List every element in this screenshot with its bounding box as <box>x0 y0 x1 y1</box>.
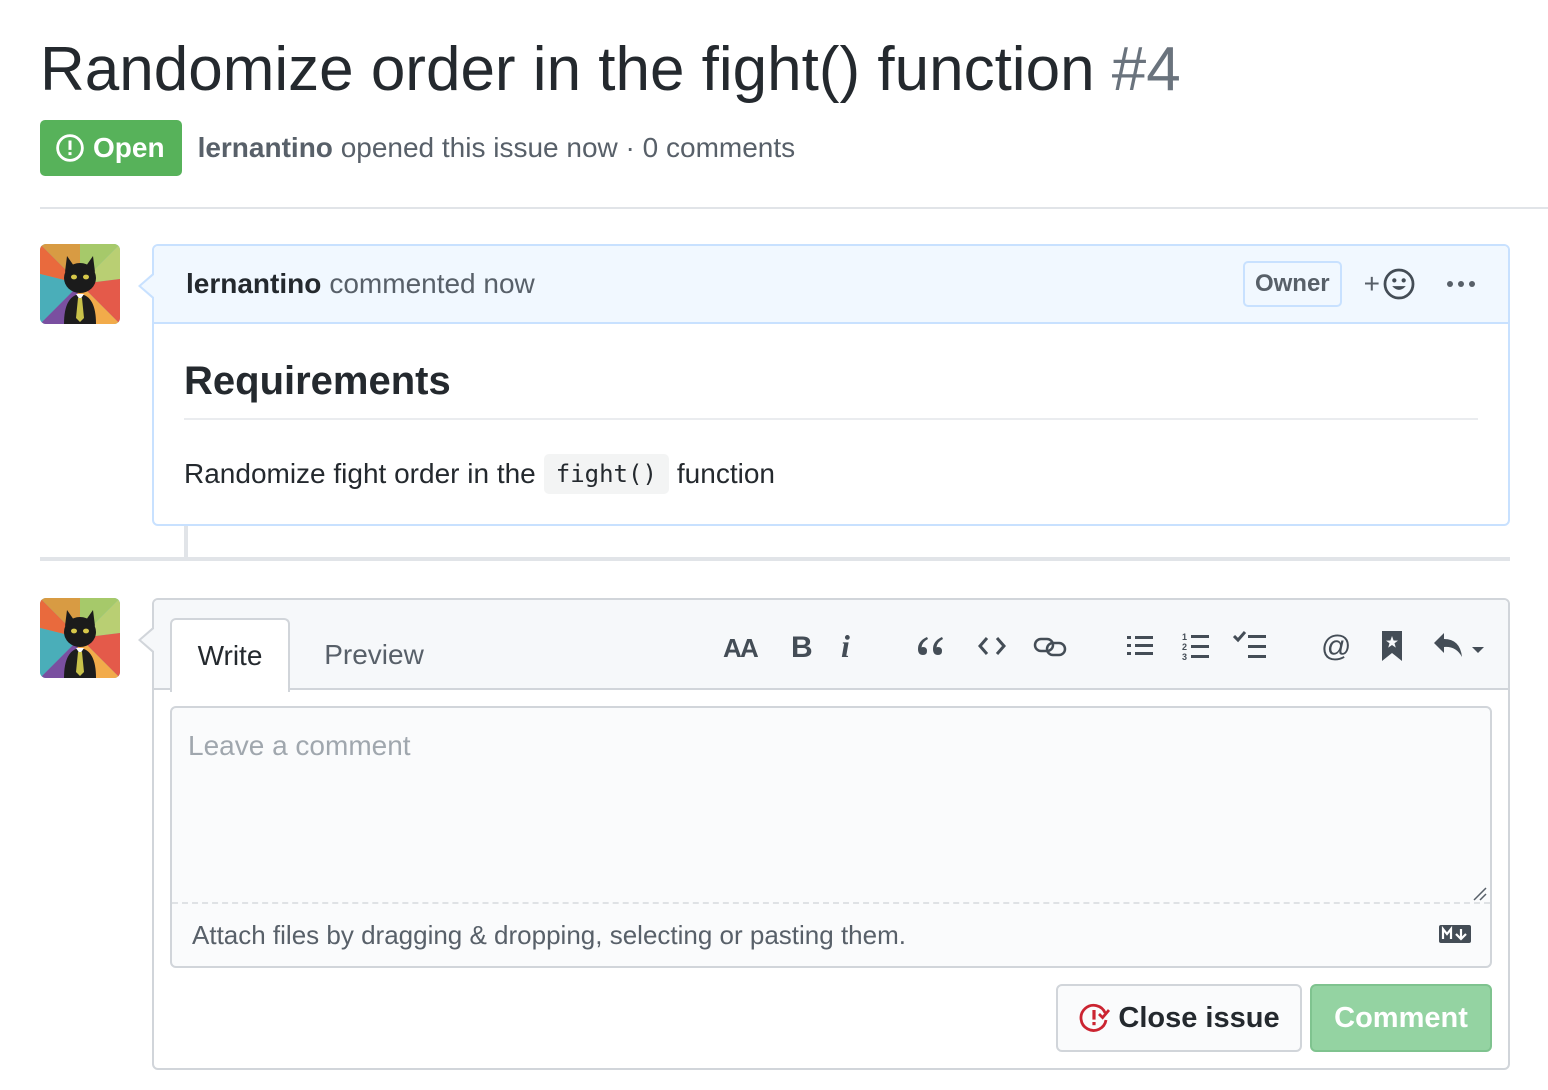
paragraph-text-before: Randomize fight order in the <box>184 458 536 489</box>
issue-number: #4 <box>1111 35 1181 104</box>
header-divider <box>40 207 1548 209</box>
smiley-icon <box>1383 268 1415 300</box>
add-reaction-button[interactable]: + <box>1364 267 1416 301</box>
svg-text:1: 1 <box>1182 632 1187 642</box>
bold-icon: B <box>791 631 813 662</box>
heading-icon: A A <box>723 633 759 661</box>
issue-meta: Open lernantino opened this issue now · … <box>40 120 795 176</box>
comment-textarea-wrapper: Attach files by dragging & dropping, sel… <box>170 706 1492 968</box>
attach-files-text: Attach files by dragging & dropping, sel… <box>192 919 906 950</box>
kebab-horizontal-icon <box>1447 281 1475 287</box>
reaction-plus: + <box>1363 268 1380 299</box>
svg-text:B: B <box>791 631 813 662</box>
new-comment-form: Write Preview A A B i 1 2 3 @ Leave a co… <box>138 598 1510 1070</box>
task-list-icon <box>1233 631 1266 658</box>
quote-icon <box>918 637 943 655</box>
svg-text:2: 2 <box>1182 642 1187 652</box>
comment-button[interactable]: Comment <box>1310 984 1492 1052</box>
task-list-button[interactable] <box>1230 624 1270 668</box>
svg-text:i: i <box>841 630 850 662</box>
svg-text:@: @ <box>1321 630 1351 662</box>
markdown-icon[interactable] <box>1438 924 1472 944</box>
attach-files-bar[interactable]: Attach files by dragging & dropping, sel… <box>172 904 1490 966</box>
mention-icon: @ <box>1321 630 1351 662</box>
state-label: Open <box>93 132 165 163</box>
code-icon <box>978 637 1006 655</box>
reply-icon <box>1434 633 1484 657</box>
avatar-image <box>40 598 120 678</box>
meta-text: lernantino opened this issue now · 0 com… <box>198 132 796 164</box>
paragraph-text-after: function <box>676 458 775 489</box>
avatar[interactable] <box>40 244 120 324</box>
comment-options-button[interactable] <box>1446 279 1476 289</box>
tab-write[interactable]: Write <box>170 618 290 692</box>
close-issue-button[interactable]: Close issue <box>1056 984 1302 1052</box>
svg-text:3: 3 <box>1182 652 1187 661</box>
bold-button[interactable]: B <box>782 624 822 668</box>
unordered-list-button[interactable] <box>1120 624 1160 668</box>
opened-text: opened this issue now · 0 comments <box>340 132 796 163</box>
link-button[interactable] <box>1028 624 1072 668</box>
italic-button[interactable]: i <box>830 624 864 668</box>
tab-preview[interactable]: Preview <box>304 618 444 692</box>
comment-box: lernantino commented now Owner + Require… <box>138 244 1510 526</box>
issue-closed-icon <box>1079 1003 1111 1032</box>
comment-action-text: commented now <box>329 268 535 299</box>
state-badge: Open <box>40 120 182 176</box>
requirements-heading: Requirements <box>184 356 1478 420</box>
inline-code: fight() <box>543 454 669 494</box>
heading-button[interactable]: A A <box>720 624 764 668</box>
timeline-line <box>184 526 188 558</box>
bookmark-icon <box>1382 631 1402 661</box>
saved-reply-button[interactable] <box>1372 624 1412 668</box>
comment-header: lernantino commented now Owner + <box>154 246 1508 324</box>
resize-handle-icon[interactable] <box>1472 886 1488 902</box>
issue-opened-icon <box>56 134 84 162</box>
editor-header: Write Preview A A B i 1 2 3 @ <box>154 600 1508 692</box>
owner-label: Owner <box>1242 261 1342 307</box>
mention-button[interactable]: @ <box>1314 624 1358 668</box>
code-button[interactable] <box>970 624 1014 668</box>
avatar[interactable] <box>40 598 120 678</box>
comment-body: Requirements Randomize fight order in th… <box>154 324 1508 494</box>
comment-paragraph: Randomize fight order in the fight() fun… <box>184 454 1478 494</box>
issue-title: Randomize order in the fight() function … <box>40 32 1181 108</box>
issue-author-link[interactable]: lernantino <box>198 132 333 163</box>
ordered-list-button[interactable]: 1 2 3 <box>1176 624 1216 668</box>
italic-icon: i <box>841 630 850 662</box>
reply-dropdown-button[interactable] <box>1430 624 1488 668</box>
avatar-image <box>40 244 120 324</box>
issue-title-text: Randomize order in the fight() function <box>40 35 1095 104</box>
timeline-divider <box>40 557 1510 561</box>
quote-button[interactable] <box>910 624 950 668</box>
comment-textarea[interactable] <box>172 708 1490 904</box>
ordered-list-icon: 1 2 3 <box>1182 632 1209 661</box>
unordered-list-icon <box>1127 636 1153 655</box>
svg-text:A: A <box>740 633 759 661</box>
comment-author-link[interactable]: lernantino <box>186 268 321 300</box>
close-issue-label: Close issue <box>1118 1001 1280 1034</box>
link-icon <box>1033 637 1067 657</box>
